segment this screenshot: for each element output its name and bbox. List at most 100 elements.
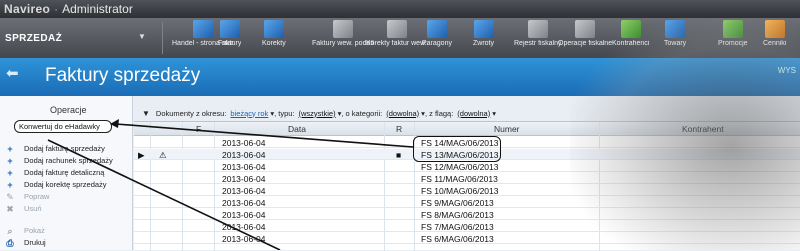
filter-prefix: Dokumenty z okresu: [155, 108, 227, 118]
add-icon: + [7, 167, 13, 178]
cell-date: 2013-06-04 [222, 150, 266, 160]
ribbon-button-label: Promocje [718, 40, 748, 47]
header-shortcut[interactable]: WYS [778, 66, 796, 75]
col-contractor[interactable]: Kontrahent [682, 124, 724, 134]
operation-5[interactable]: ✎ Popraw [5, 191, 49, 202]
price-list-icon [764, 20, 785, 38]
ribbon-button-12[interactable]: Promocje [718, 20, 748, 58]
cell-number: FS 8/MAG/06/2013 [421, 210, 494, 220]
app-logo: Navireo [4, 2, 51, 16]
warning-icon: ⚠ [159, 150, 167, 160]
filter-bar: ▼ Dokumenty z okresu: bieżący rok ▾ , typ… [142, 108, 496, 118]
promotions-icon [722, 20, 743, 38]
ribbon-button-10[interactable]: Kontrahenci [612, 20, 649, 58]
table-row[interactable]: 2013-06-04 FS 7/MAG/06/2013 [134, 221, 800, 232]
flag-filter[interactable]: (dowolna) [457, 109, 490, 118]
cell-number: FS 12/MAG/06/2013 [421, 162, 499, 172]
ribbon-button-6[interactable]: Paragony [422, 20, 452, 58]
ribbon-button-8[interactable]: Rejestr fiskalny [514, 20, 561, 58]
type-filter[interactable]: (wszystkie) [299, 109, 336, 118]
operations-panel: Operacje Konwertuj do eHadawky + Dodaj fa… [0, 96, 133, 250]
col-r[interactable]: R [396, 124, 402, 134]
col-date[interactable]: Data [288, 124, 306, 134]
col-number[interactable]: Numer [494, 124, 520, 134]
table-row[interactable]: 2013-06-04 FS 12/MAG/06/2013 [134, 161, 800, 172]
cell-date: 2013-06-04 [222, 186, 266, 196]
contractors-icon [620, 20, 641, 38]
table-row[interactable]: 2013-06-04 FS 9/MAG/06/2013 [134, 197, 800, 208]
ribbon-button-7[interactable]: Zwroty [473, 20, 494, 58]
ribbon-button-label: Operacje fiskalne [558, 40, 613, 47]
operation-label: Popraw [24, 192, 50, 201]
delete-icon: ✖ [6, 203, 14, 214]
operation-label: Usuń [24, 204, 42, 213]
ribbon-button-label: Paragony [422, 40, 452, 47]
ribbon-button-label: Korekty faktur wew... [366, 40, 428, 47]
cell-date: 2013-06-04 [222, 174, 266, 184]
ribbon-button-13[interactable]: Cenniki [763, 20, 786, 58]
ribbon-button-5[interactable]: Korekty faktur wew... [366, 20, 428, 58]
operation-label: Dodaj fakturę sprzedaży [24, 144, 105, 153]
cell-date: 2013-06-04 [222, 162, 266, 172]
operation-6[interactable]: ✖ Usuń [5, 203, 42, 214]
internal-invoice-icon [333, 20, 353, 38]
goods-icon [665, 20, 686, 38]
return-icon [473, 20, 494, 38]
module-selector[interactable]: SPRZEDAŻ ▼ [0, 18, 162, 58]
user-role: Administrator [62, 2, 133, 16]
convert-ehadawky-button[interactable]: Konwertuj do eHadawky [14, 120, 112, 133]
operation-3[interactable]: + Dodaj fakturę detaliczną [5, 167, 104, 178]
ribbon-button-label: Korekty [262, 40, 286, 47]
edit-icon: ✎ [6, 191, 14, 202]
operation-8[interactable]: ⎙ Drukuj [5, 237, 45, 248]
back-arrow-icon[interactable]: ⬅ [6, 64, 19, 82]
title-separator: · [54, 2, 59, 16]
ribbon-button-label: Cenniki [763, 40, 787, 47]
view-icon: ⌕ [7, 225, 13, 236]
cell-number: FS 10/MAG/06/2013 [421, 186, 499, 196]
ribbon-button-label: Rejestr fiskalny [514, 40, 562, 47]
cell-number: FS 9/MAG/06/2013 [421, 198, 494, 208]
title-bar: Navireo · Administrator [0, 0, 800, 18]
ribbon-button-3[interactable]: Korekty [262, 20, 286, 58]
print-icon: ⎙ [6, 237, 14, 248]
ribbon-button-4[interactable]: Faktury wew. podatku nal... [312, 20, 374, 58]
fiscal-operations-icon [575, 20, 596, 38]
grid-header: F Data R Numer Kontrahent [134, 122, 800, 136]
ribbon: SPRZEDAŻ ▼ Handel - strona start...Faktu… [0, 18, 800, 58]
ribbon-button-9[interactable]: Operacje fiskalne [558, 20, 612, 58]
invoice-icon [219, 20, 240, 38]
cell-number: FS 11/MAG/06/2013 [421, 174, 498, 184]
table-row[interactable]: 2013-06-04 FS 6/MAG/06/2013 [134, 233, 800, 244]
category-filter[interactable]: (dowolna) [386, 109, 419, 118]
operations-title: Operacje [50, 105, 87, 115]
ribbon-button-11[interactable]: Towary [664, 20, 686, 58]
cell-r: ■ [396, 150, 402, 160]
collapse-triangle-icon[interactable]: ▼ [142, 109, 150, 118]
col-flag[interactable]: F [196, 124, 201, 134]
internal-correction-icon [387, 20, 407, 38]
cell-number: FS 6/MAG/06/2013 [421, 234, 494, 244]
ribbon-button-2[interactable]: Faktury [218, 20, 241, 58]
ribbon-button-label: Kontrahenci [612, 40, 650, 47]
add-icon: + [7, 143, 13, 154]
operation-7[interactable]: ⌕ Pokaż [5, 225, 44, 236]
table-row[interactable]: 2013-06-04 FS 11/MAG/06/2013 [134, 173, 800, 184]
operation-1[interactable]: + Dodaj fakturę sprzedaży [5, 143, 105, 154]
operation-2[interactable]: + Dodaj rachunek sprzedaży [5, 155, 112, 166]
category-filter-label: , o kategorii: [341, 108, 383, 118]
ribbon-button-label: Faktury wew. podatku nal... [312, 40, 374, 47]
period-filter[interactable]: bieżący rok [230, 109, 268, 118]
ribbon-button-label: Faktury [218, 40, 242, 47]
home-icon [193, 20, 213, 38]
operation-4[interactable]: + Dodaj korektę sprzedaży [5, 179, 106, 190]
flag-filter-label: , z flagą: [424, 108, 454, 118]
cell-date: 2013-06-04 [222, 198, 266, 208]
add-icon: + [7, 179, 13, 190]
type-filter-label: , typu: [274, 108, 295, 118]
table-row[interactable]: 2013-06-04 FS 8/MAG/06/2013 [134, 209, 800, 220]
ribbon-button-label: Towary [664, 40, 687, 47]
page-title: Faktury sprzedaży [45, 65, 201, 86]
current-row-icon: ▶ [138, 150, 145, 160]
table-row[interactable]: 2013-06-04 FS 10/MAG/06/2013 [134, 185, 800, 196]
